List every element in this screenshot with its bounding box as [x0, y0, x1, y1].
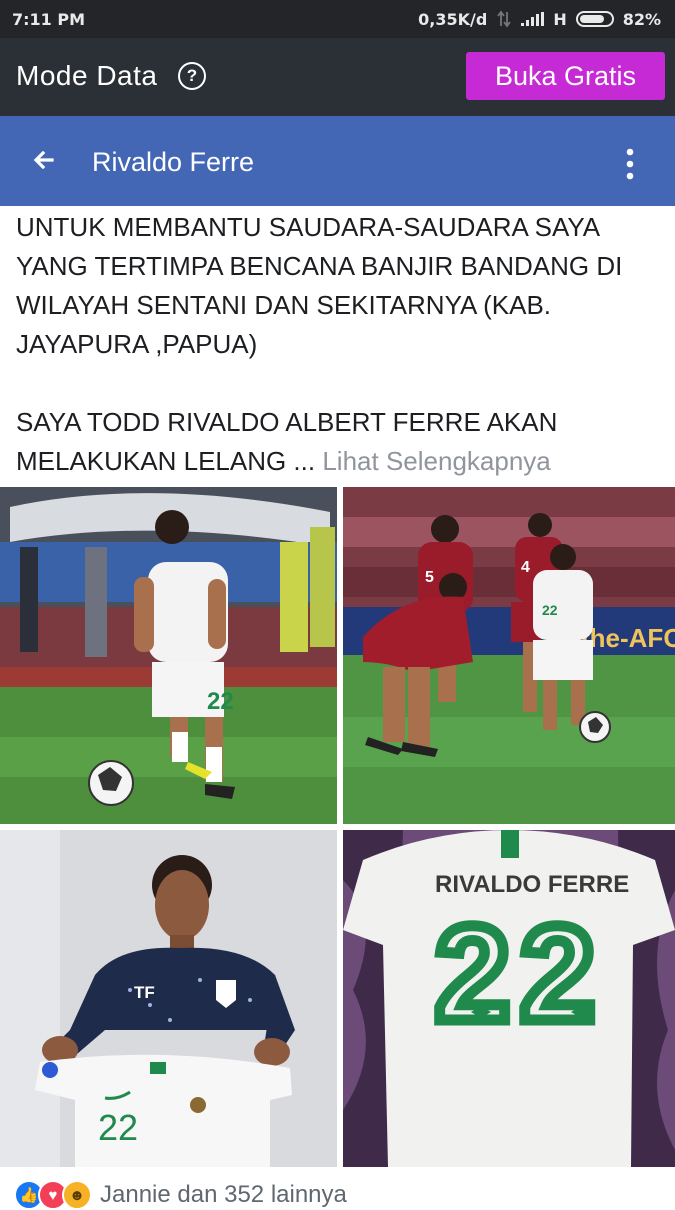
- post-text: UNTUK MEMBANTU SAUDARA-SAUDARA SAYA YANG…: [16, 208, 664, 481]
- board-text: the-AFC: [581, 623, 675, 653]
- photo-player-holding-jersey[interactable]: TF 22: [0, 830, 337, 1167]
- help-icon[interactable]: ?: [178, 62, 206, 90]
- jersey-number: 22: [207, 688, 234, 715]
- status-bar: 7:11 PM 0,35K/d H 82%: [0, 0, 675, 38]
- jersey-number: 22: [435, 898, 605, 1049]
- reaction-summary[interactable]: Jannie dan 352 lainnya: [100, 1181, 347, 1209]
- jersey-name: RIVALDO FERRE: [435, 871, 629, 898]
- battery-percent: 82%: [622, 9, 661, 29]
- jersey-number: 22: [98, 1107, 138, 1148]
- arrow-left-icon[interactable]: [28, 144, 60, 176]
- battery-level: [579, 15, 605, 23]
- shirt-text: TF: [134, 983, 155, 1002]
- data-mode-bar: Mode Data ? Buka Gratis: [0, 38, 675, 116]
- status-time: 7:11 PM: [12, 9, 86, 29]
- network-speed: 0,35K/d: [418, 9, 488, 29]
- photo-signed-jersey[interactable]: RIVALDO FERRE 22: [343, 830, 675, 1167]
- data-mode-title: Mode Data: [16, 60, 158, 91]
- see-more-link[interactable]: Lihat Selengkapnya: [322, 446, 550, 476]
- vertical-dots-icon[interactable]: [618, 147, 642, 181]
- signal-icon: [521, 12, 545, 26]
- free-mode-button[interactable]: Buka Gratis: [466, 52, 665, 100]
- opponent-number: 4: [521, 559, 530, 576]
- top-nav-bar: Rivaldo Ferre: [0, 116, 675, 206]
- page-title: Rivaldo Ferre: [92, 147, 255, 177]
- post-paragraph: UNTUK MEMBANTU SAUDARA-SAUDARA SAYA YANG…: [16, 212, 623, 359]
- photo-player-dribbling[interactable]: 22: [0, 487, 337, 824]
- jersey-number: 22: [542, 602, 558, 618]
- opponent-number: 5: [425, 569, 434, 586]
- photo-grid: 22 the-AFC 5 4 22 TF 22 RIVALDO FERRE 22: [0, 487, 675, 1167]
- haha-reaction-icon: ☻: [62, 1180, 92, 1210]
- post-paragraph: SAYA TODD RIVALDO ALBERT FERRE AKAN MELA…: [16, 403, 664, 481]
- battery-icon: [575, 11, 614, 27]
- network-type: H: [553, 9, 567, 29]
- status-indicators: 0,35K/d H 82%: [418, 10, 661, 29]
- data-transfer-icon: [497, 10, 512, 28]
- photo-match-action[interactable]: the-AFC 5 4 22: [343, 487, 675, 824]
- reactions-row[interactable]: 👍 ♥ ☻ Jannie dan 352 lainnya: [14, 1180, 347, 1210]
